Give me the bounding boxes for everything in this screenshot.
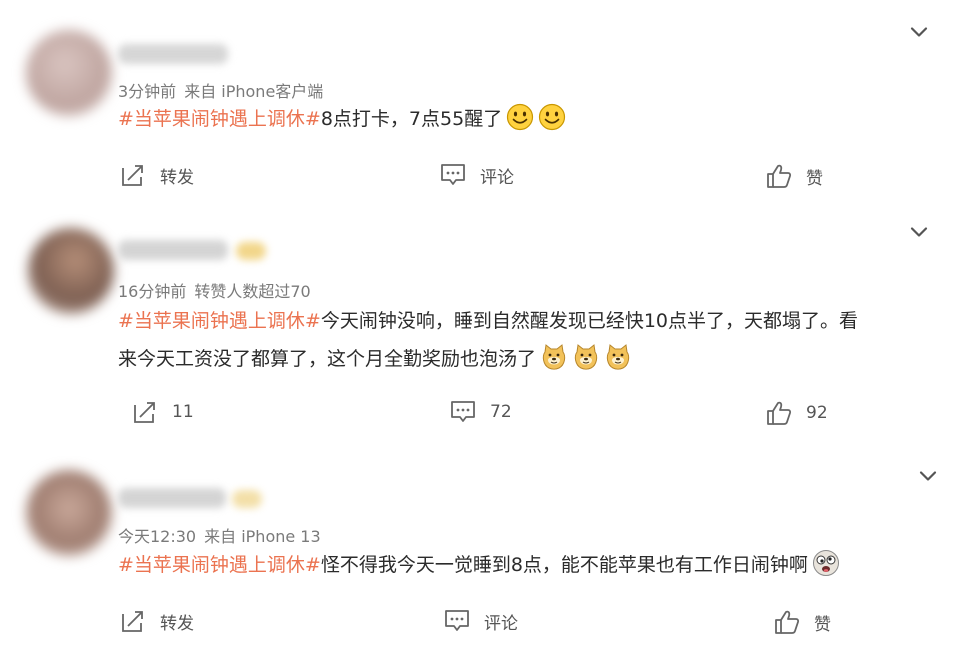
source: 转赞人数超过70 [194, 282, 311, 301]
like-label: 赞 [814, 614, 831, 635]
comment-label: 评论 [480, 167, 514, 188]
source: 来自 iPhone客户端 [184, 82, 324, 101]
repost-icon [120, 608, 146, 634]
like-button[interactable]: 赞 [774, 609, 831, 635]
post-meta: 16分钟前 转赞人数超过70 [118, 278, 311, 302]
repost-count: 11 [172, 402, 194, 422]
chevron-down-icon[interactable] [907, 220, 931, 244]
comment-button[interactable]: 72 [450, 399, 512, 425]
doge-emoji-icon [572, 343, 600, 371]
chevron-down-icon[interactable] [916, 464, 940, 488]
doge-emoji-icon [604, 343, 632, 371]
chevron-down-icon[interactable] [907, 20, 931, 44]
comment-icon [444, 608, 470, 634]
like-button[interactable]: 92 [766, 400, 828, 426]
username-blurred[interactable] [118, 44, 228, 64]
post-body: 8点打卡，7点55醒了 [320, 108, 503, 130]
like-button[interactable]: 赞 [766, 163, 823, 189]
post-body-line1: 今天闹钟没响，睡到自然醒发现已经快10点半了，天都塌了。看 [320, 310, 859, 332]
comment-count: 72 [490, 402, 512, 422]
user-badge-blurred [232, 490, 262, 508]
hashtag-link[interactable]: #当苹果闹钟遇上调休# [118, 108, 321, 130]
avatar[interactable] [26, 470, 112, 556]
source: 来自 iPhone 13 [204, 527, 321, 546]
like-icon [766, 163, 792, 189]
hashtag-link[interactable]: #当苹果闹钟遇上调休# [118, 554, 321, 576]
comment-button[interactable]: 评论 [440, 162, 514, 188]
username-blurred[interactable] [118, 488, 226, 508]
repost-icon [120, 162, 146, 188]
repost-icon [132, 399, 158, 425]
post-body-line2: 来今天工资没了都算了，这个月全勤奖励也泡汤了 [118, 348, 537, 370]
hashtag-link[interactable]: #当苹果闹钟遇上调休# [118, 310, 321, 332]
comment-button[interactable]: 评论 [444, 608, 518, 634]
smile-emoji-icon [538, 103, 566, 131]
post-text: #当苹果闹钟遇上调休#怪不得我今天一觉睡到8点，能不能苹果也有工作日闹钟啊 [118, 546, 840, 584]
post-meta: 3分钟前 来自 iPhone客户端 [118, 78, 323, 102]
like-icon [774, 609, 800, 635]
smile-emoji-icon [506, 103, 534, 131]
avatar[interactable] [28, 228, 114, 314]
repost-label: 转发 [160, 167, 194, 188]
avatar[interactable] [26, 30, 112, 116]
repost-button[interactable]: 转发 [120, 162, 194, 188]
comment-icon [440, 162, 466, 188]
like-icon [766, 400, 792, 426]
timestamp: 3分钟前 [118, 82, 177, 101]
timestamp: 16分钟前 [118, 282, 187, 301]
like-count: 92 [806, 403, 828, 423]
comment-icon [450, 399, 476, 425]
repost-button[interactable]: 转发 [120, 608, 194, 634]
comment-label: 评论 [484, 613, 518, 634]
repost-button[interactable]: 11 [132, 399, 194, 425]
doge-emoji-icon [540, 343, 568, 371]
post-body: 怪不得我今天一觉睡到8点，能不能苹果也有工作日闹钟啊 [320, 554, 808, 576]
username-blurred[interactable] [118, 240, 228, 260]
like-label: 赞 [806, 168, 823, 189]
post-text: #当苹果闹钟遇上调休#今天闹钟没响，睡到自然醒发现已经快10点半了，天都塌了。看… [118, 302, 918, 378]
repost-label: 转发 [160, 613, 194, 634]
user-badge-blurred [236, 242, 266, 260]
crazy-face-emoji-icon [812, 549, 840, 577]
post-text: #当苹果闹钟遇上调休#8点打卡，7点55醒了 [118, 100, 566, 138]
timestamp: 今天12:30 [118, 527, 197, 546]
post-meta: 今天12:30 来自 iPhone 13 [118, 523, 321, 547]
